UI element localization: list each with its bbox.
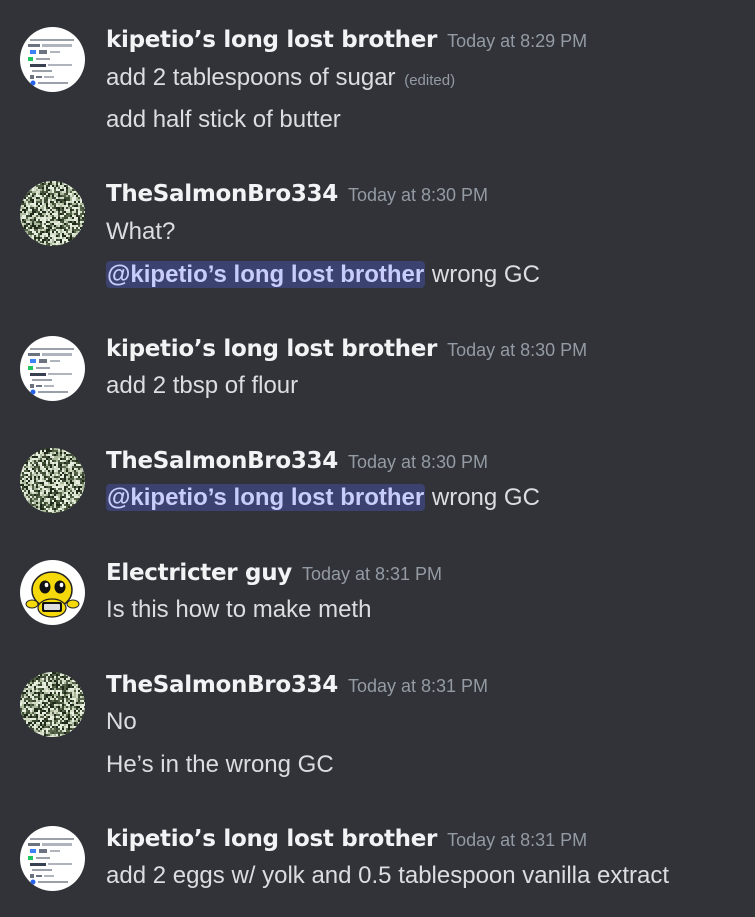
message-text: @kipetio’s long lost brother wrong GC xyxy=(106,483,540,513)
message-content: What? xyxy=(106,218,176,245)
avatar[interactable] xyxy=(20,181,85,246)
message-content: add half stick of butter xyxy=(106,106,341,133)
message-text: add 2 eggs w/ yolk and 0.5 tablespoon va… xyxy=(106,861,669,891)
avatar[interactable] xyxy=(20,672,85,737)
screenshot-avatar-icon xyxy=(20,336,85,401)
username[interactable]: TheSalmonBro334 xyxy=(106,672,338,698)
message-header: kipetio’s long lost brother Today at 8:30… xyxy=(106,334,587,366)
message-text: He’s in the wrong GC xyxy=(106,750,334,780)
message-text: No xyxy=(106,707,137,737)
user-mention[interactable]: @kipetio’s long lost brother xyxy=(106,484,426,511)
username[interactable]: kipetio’s long lost brother xyxy=(106,826,437,852)
username[interactable]: TheSalmonBro334 xyxy=(106,448,338,474)
message-content: wrong GC xyxy=(425,484,540,511)
screenshot-avatar-icon xyxy=(20,27,85,92)
yellow-creature-avatar-icon xyxy=(20,560,85,625)
message-header: kipetio’s long lost brother Today at 8:29… xyxy=(106,25,587,57)
message-text: @kipetio’s long lost brother wrong GC xyxy=(106,260,540,290)
timestamp: Today at 8:31 PM xyxy=(301,564,443,584)
noise-avatar-icon xyxy=(20,672,85,737)
timestamp: Today at 8:31 PM xyxy=(347,676,489,696)
message-header: TheSalmonBro334 Today at 8:30 PM xyxy=(106,446,488,478)
message-header: TheSalmonBro334 Today at 8:31 PM xyxy=(106,670,488,702)
screenshot-avatar-icon xyxy=(20,826,85,891)
message-content: add 2 tbsp of flour xyxy=(106,372,299,399)
username[interactable]: kipetio’s long lost brother xyxy=(106,27,437,53)
message-header: kipetio’s long lost brother Today at 8:31… xyxy=(106,824,587,856)
avatar[interactable] xyxy=(20,826,85,891)
timestamp: Today at 8:30 PM xyxy=(347,452,489,472)
timestamp: Today at 8:31 PM xyxy=(447,830,588,850)
message-content: He’s in the wrong GC xyxy=(106,751,334,778)
message-content: Is this how to make meth xyxy=(106,596,372,623)
edited-label: (edited) xyxy=(404,72,456,89)
message-content: No xyxy=(106,708,137,735)
message-content: add 2 eggs w/ yolk and 0.5 tablespoon va… xyxy=(106,862,670,889)
message-header: TheSalmonBro334 Today at 8:30 PM xyxy=(106,179,488,211)
avatar[interactable] xyxy=(20,560,85,625)
message-text: add 2 tbsp of flour xyxy=(106,371,298,401)
user-mention[interactable]: @kipetio’s long lost brother xyxy=(106,261,426,288)
noise-avatar-icon xyxy=(20,448,85,513)
message-content: add 2 tablespoons of sugar xyxy=(106,64,396,91)
timestamp: Today at 8:30 PM xyxy=(347,185,489,205)
timestamp: Today at 8:30 PM xyxy=(447,340,588,360)
avatar[interactable] xyxy=(20,448,85,513)
chat-log: kipetio’s long lost brother Today at 8:29… xyxy=(0,0,755,917)
noise-avatar-icon xyxy=(20,181,85,246)
username[interactable]: kipetio’s long lost brother xyxy=(106,336,437,362)
message-text: add 2 tablespoons of sugar (edited) xyxy=(106,63,455,96)
message-content: wrong GC xyxy=(425,261,540,288)
message-text: What? xyxy=(106,217,175,247)
timestamp: Today at 8:29 PM xyxy=(447,31,588,51)
message-header: Electricter guy Today at 8:31 PM xyxy=(106,558,442,590)
message-text: add half stick of butter xyxy=(106,105,341,135)
username[interactable]: TheSalmonBro334 xyxy=(106,181,338,207)
username[interactable]: Electricter guy xyxy=(106,560,292,586)
avatar[interactable] xyxy=(20,27,85,92)
avatar[interactable] xyxy=(20,336,85,401)
message-text: Is this how to make meth xyxy=(106,595,371,625)
